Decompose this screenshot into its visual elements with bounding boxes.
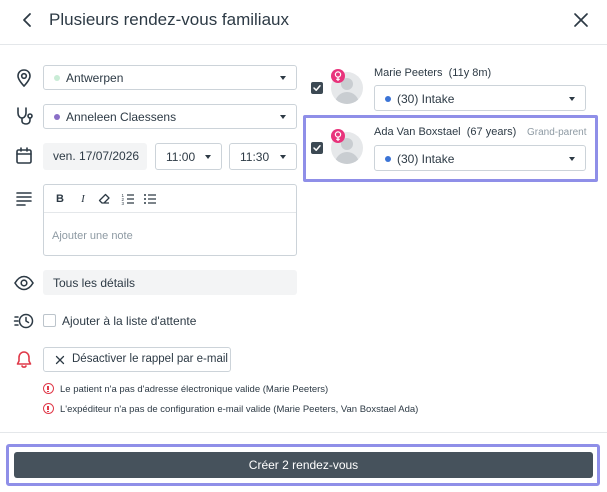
- location-color-dot: [54, 75, 60, 81]
- alert-circle-icon: [43, 403, 54, 414]
- patient-age: (11y 8m): [448, 67, 492, 79]
- bullet-list-icon: [144, 194, 156, 204]
- female-gender-icon: [331, 129, 345, 143]
- waitlist-label: Ajouter à la liste d'attente: [62, 314, 197, 328]
- waitlist-checkbox[interactable]: [43, 314, 56, 327]
- patient-name-line: Marie Peeters (11y 8m): [374, 67, 491, 79]
- close-icon: [574, 13, 588, 27]
- chevron-down-icon: [280, 115, 286, 119]
- type-color-dot: [385, 156, 391, 162]
- note-input[interactable]: Ajouter une note: [44, 213, 296, 255]
- check-icon: [313, 85, 321, 91]
- back-button[interactable]: [18, 9, 38, 31]
- patient-role-badge: Grand-parent: [527, 127, 587, 138]
- footer-divider: [0, 432, 607, 433]
- page-title: Plusieurs rendez-vous familiaux: [49, 10, 289, 29]
- chevron-down-icon: [280, 155, 286, 159]
- patient-name: Ada Van Boxstael: [374, 126, 461, 138]
- clear-format-button[interactable]: [97, 191, 113, 207]
- disable-email-reminder-label: Désactiver le rappel par e-mail: [72, 353, 228, 365]
- eye-icon: [13, 272, 35, 294]
- chevron-left-icon: [23, 13, 31, 27]
- patient-checkbox[interactable]: [311, 82, 323, 94]
- note-editor: B I 123 Ajouter une note: [43, 184, 297, 256]
- appointment-type-value: (30) Intake: [397, 92, 455, 106]
- editor-toolbar: B I 123: [44, 185, 296, 213]
- bullet-list-button[interactable]: [142, 191, 158, 207]
- start-time-value: 11:00: [166, 150, 196, 164]
- end-time-value: 11:30: [240, 150, 270, 164]
- bell-icon: [13, 349, 35, 371]
- practitioner-select[interactable]: Anneleen Claessens: [43, 104, 297, 129]
- italic-button[interactable]: I: [75, 191, 91, 207]
- chevron-down-icon: [205, 155, 211, 159]
- practitioner-value: Anneleen Claessens: [66, 110, 177, 124]
- ordered-list-button[interactable]: 123: [120, 191, 136, 207]
- location-pin-icon: [13, 67, 35, 89]
- note-placeholder: Ajouter une note: [52, 230, 133, 242]
- warning-message: L'expéditeur n'a pas de configuration e-…: [43, 403, 418, 415]
- end-time-select[interactable]: 11:30: [229, 143, 297, 170]
- check-icon: [313, 145, 321, 151]
- location-value: Antwerpen: [66, 71, 124, 85]
- patient-checkbox[interactable]: [311, 142, 323, 154]
- details-label: Tous les détails: [53, 276, 136, 290]
- svg-text:3: 3: [122, 201, 125, 206]
- calendar-icon: [13, 145, 35, 167]
- date-picker[interactable]: ven. 17/07/2026: [43, 143, 147, 170]
- text-lines-icon: [13, 187, 35, 209]
- female-gender-icon: [331, 69, 345, 83]
- waitlist-clock-icon: [13, 310, 35, 332]
- patient-name: Marie Peeters: [374, 67, 443, 79]
- warning-message: Le patient n'a pas d'adresse électroniqu…: [43, 383, 328, 395]
- alert-circle-icon: [43, 383, 54, 394]
- warning-text: Le patient n'a pas d'adresse électroniqu…: [60, 384, 329, 395]
- start-time-select[interactable]: 11:00: [155, 143, 222, 170]
- disable-email-reminder-button[interactable]: Désactiver le rappel par e-mail: [43, 347, 231, 372]
- patient-name-line: Ada Van Boxstael (67 years): [374, 126, 516, 138]
- chevron-down-icon: [280, 76, 286, 80]
- stethoscope-icon: [13, 105, 35, 127]
- close-icon: [55, 355, 65, 365]
- ordered-list-icon: 123: [122, 193, 134, 206]
- chevron-down-icon: [569, 97, 575, 101]
- appointment-type-select[interactable]: (30) Intake: [374, 85, 586, 111]
- bold-button[interactable]: B: [52, 191, 68, 207]
- eraser-icon: [98, 193, 110, 204]
- date-value: ven. 17/07/2026: [53, 149, 140, 163]
- modal-header: Plusieurs rendez-vous familiaux: [0, 0, 607, 45]
- practitioner-color-dot: [54, 114, 60, 120]
- patient-age: (67 years): [466, 126, 517, 138]
- close-button[interactable]: [571, 9, 591, 31]
- appointment-type-select[interactable]: (30) Intake: [374, 145, 586, 171]
- chevron-down-icon: [569, 157, 575, 161]
- create-appointments-button[interactable]: Créer 2 rendez-vous: [14, 452, 593, 478]
- appointment-type-value: (30) Intake: [397, 152, 455, 166]
- details-toggle[interactable]: Tous les détails: [43, 270, 297, 295]
- warning-text: L'expéditeur n'a pas de configuration e-…: [60, 404, 419, 415]
- location-select[interactable]: Antwerpen: [43, 65, 297, 90]
- type-color-dot: [385, 96, 391, 102]
